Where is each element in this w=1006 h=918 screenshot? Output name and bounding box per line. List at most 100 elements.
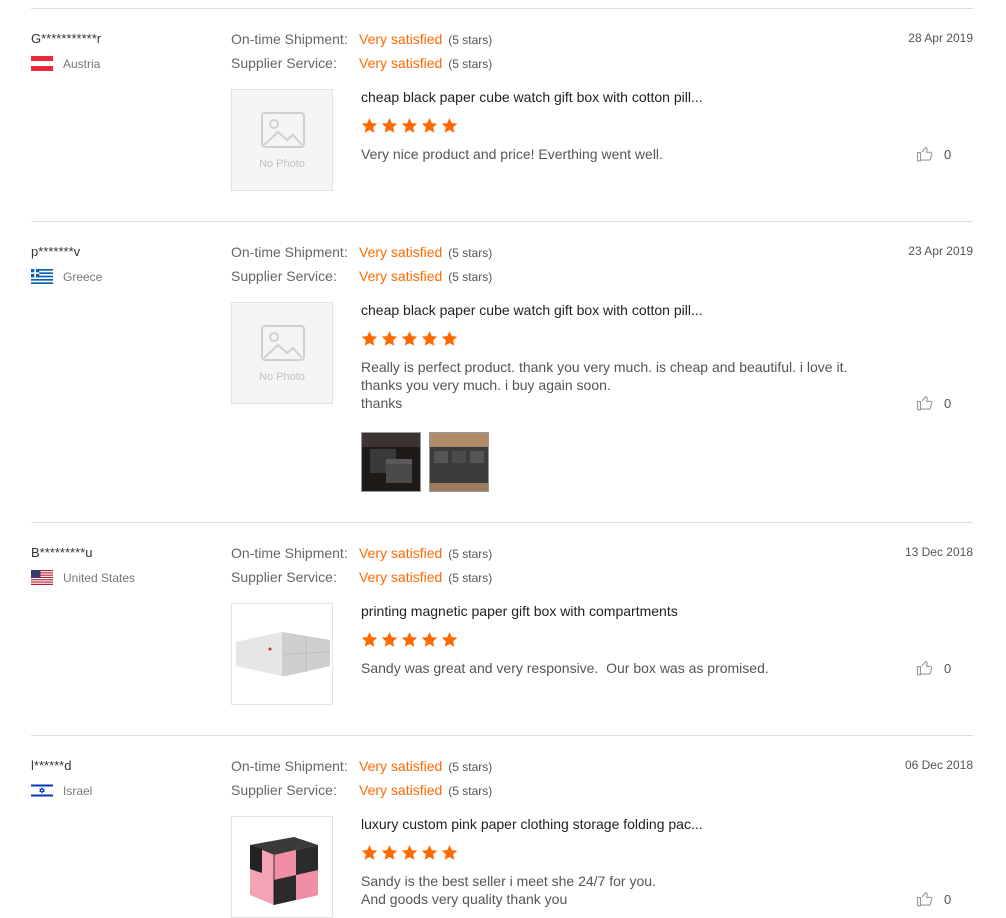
reviewer-name: B*********u	[31, 545, 93, 560]
star-icon	[421, 331, 438, 346]
review-divider	[31, 522, 973, 523]
product-title-link[interactable]: luxury custom pink paper clothing storag…	[361, 816, 703, 832]
product-title-link[interactable]: cheap black paper cube watch gift box wi…	[361, 302, 703, 318]
service-value: Very satisfied	[359, 55, 443, 71]
service-stars-text: (5 stars)	[448, 784, 493, 798]
country-name: Greece	[63, 269, 103, 284]
star-icon	[361, 632, 378, 647]
star-icon	[441, 845, 458, 860]
shipment-label: On-time Shipment:	[231, 758, 348, 774]
no-photo-icon	[261, 325, 305, 361]
shipment-stars-text: (5 stars)	[448, 547, 493, 561]
like-count: 0	[944, 395, 952, 411]
product-thumbnail[interactable]	[231, 603, 333, 705]
product-thumbnail[interactable]: No Photo	[231, 89, 333, 191]
review-date: 23 Apr 2019	[908, 244, 973, 258]
service-stars-text: (5 stars)	[448, 57, 493, 71]
thumbs-up-icon	[916, 396, 933, 411]
shipment-rating: On-time Shipment: Very satisfied (5 stars)	[231, 545, 492, 561]
reviewer-name: l******d	[31, 758, 72, 773]
star-icon	[401, 632, 418, 647]
review-date: 13 Dec 2018	[904, 545, 973, 559]
star-rating	[361, 330, 458, 347]
reviewer-country: United States	[31, 570, 135, 585]
shipment-label: On-time Shipment:	[231, 31, 348, 47]
shipment-value: Very satisfied	[359, 31, 443, 47]
review-photo[interactable]	[429, 432, 489, 492]
service-label: Supplier Service:	[231, 569, 337, 585]
country-name: United States	[63, 570, 136, 585]
star-icon	[441, 632, 458, 647]
star-icon	[441, 331, 458, 346]
star-icon	[381, 845, 398, 860]
shipment-rating: On-time Shipment: Very satisfied (5 stars)	[231, 244, 492, 260]
service-label: Supplier Service:	[231, 55, 337, 71]
star-icon	[421, 118, 438, 133]
review-photo-image	[430, 433, 488, 491]
reviewer-country: Austria	[31, 56, 100, 71]
star-icon	[421, 845, 438, 860]
review-text: Sandy was great and very responsive. Our…	[361, 659, 769, 677]
thumbs-up-icon	[916, 661, 933, 676]
israel-flag-icon	[31, 783, 53, 798]
no-photo-label: No Photo	[259, 158, 305, 170]
no-photo-icon	[261, 112, 305, 148]
product-thumbnail[interactable]: No Photo	[231, 302, 333, 404]
shipment-rating: On-time Shipment: Very satisfied (5 stars)	[231, 31, 492, 47]
review-photo[interactable]	[361, 432, 421, 492]
service-rating: Supplier Service: Very satisfied (5 stars)	[231, 782, 492, 798]
shipment-value: Very satisfied	[359, 244, 443, 260]
like-button[interactable]: 0	[916, 659, 951, 677]
product-thumbnail[interactable]	[231, 816, 333, 918]
star-icon	[361, 118, 378, 133]
service-label: Supplier Service:	[231, 268, 337, 284]
review-text: Sandy is the best seller i meet she 24/7…	[361, 872, 656, 908]
product-image	[250, 837, 318, 905]
review-text: Really is perfect product. thank you ver…	[361, 358, 847, 412]
review-text-line: Really is perfect product. thank you ver…	[361, 359, 848, 375]
shipment-label: On-time Shipment:	[231, 545, 348, 561]
like-button[interactable]: 0	[916, 394, 951, 412]
star-icon	[401, 845, 418, 860]
like-button[interactable]: 0	[916, 145, 951, 163]
service-stars-text: (5 stars)	[448, 571, 493, 585]
review-text-line: thanks	[361, 395, 403, 411]
reviewer-name: G***********r	[31, 31, 102, 46]
star-icon	[401, 331, 418, 346]
top-divider	[31, 8, 973, 9]
star-icon	[381, 118, 398, 133]
reviewer-name: p*******v	[31, 244, 81, 259]
reviewer-country: Greece	[31, 269, 102, 284]
service-value: Very satisfied	[359, 782, 443, 798]
shipment-value: Very satisfied	[359, 758, 443, 774]
service-rating: Supplier Service: Very satisfied (5 stars)	[231, 55, 492, 71]
product-title-link[interactable]: cheap black paper cube watch gift box wi…	[361, 89, 703, 105]
like-count: 0	[944, 891, 952, 907]
shipment-value: Very satisfied	[359, 545, 443, 561]
shipment-rating: On-time Shipment: Very satisfied (5 stars)	[231, 758, 492, 774]
review-date: 06 Dec 2018	[904, 758, 973, 772]
star-icon	[441, 118, 458, 133]
service-rating: Supplier Service: Very satisfied (5 stars)	[231, 569, 492, 585]
review-text-line: And goods very quality thank you	[361, 891, 568, 907]
review-text: Very nice product and price! Everthing w…	[361, 145, 663, 163]
shipment-stars-text: (5 stars)	[448, 760, 493, 774]
star-icon	[401, 118, 418, 133]
service-value: Very satisfied	[359, 268, 443, 284]
like-button[interactable]: 0	[916, 890, 951, 908]
service-stars-text: (5 stars)	[448, 270, 493, 284]
country-name: Austria	[63, 56, 101, 71]
star-icon	[361, 331, 378, 346]
star-icon	[381, 331, 398, 346]
star-icon	[381, 632, 398, 647]
usa-flag-icon	[31, 570, 53, 585]
review-text-line: Very nice product and price! Everthing w…	[361, 146, 663, 162]
star-rating	[361, 631, 458, 648]
shipment-stars-text: (5 stars)	[448, 246, 493, 260]
reviewer-country: Israel	[31, 783, 92, 798]
thumbs-up-icon	[916, 892, 933, 907]
product-title-link[interactable]: printing magnetic paper gift box with co…	[361, 603, 678, 619]
star-rating	[361, 117, 458, 134]
review-photo-image	[362, 433, 420, 491]
greece-flag-icon	[31, 269, 53, 284]
